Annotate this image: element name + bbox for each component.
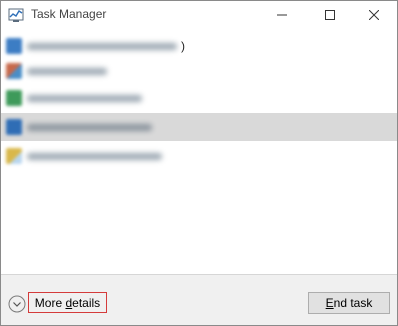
- process-row[interactable]: [1, 57, 397, 85]
- process-row[interactable]: [1, 142, 397, 170]
- more-details-button[interactable]: More d etails: [28, 292, 107, 313]
- maximize-icon: [325, 10, 335, 20]
- end-task-button[interactable]: End task: [308, 292, 390, 314]
- minimize-icon: [277, 14, 287, 16]
- task-manager-icon: [8, 7, 24, 23]
- more-details-rest: etails: [72, 295, 101, 310]
- blurred-process-name: [27, 153, 162, 160]
- chevron-down-icon[interactable]: [8, 295, 26, 313]
- blurred-process-name: [27, 95, 142, 102]
- footer: More d etails End task: [1, 275, 397, 325]
- window-title: Task Manager: [31, 7, 107, 21]
- process-row-selected[interactable]: [1, 113, 397, 141]
- end-task-accesskey: E: [325, 296, 334, 310]
- task-manager-window: Task Manager ) More d etails E nd task: [0, 0, 398, 326]
- more-details-accesskey: d: [65, 295, 73, 310]
- process-list: ): [1, 29, 397, 273]
- blurred-process-name: [27, 124, 152, 131]
- app-icon: [6, 119, 22, 135]
- app-icon: [6, 63, 22, 79]
- process-row[interactable]: ): [1, 32, 397, 60]
- minimize-button[interactable]: [259, 1, 305, 29]
- blurred-process-name: [27, 43, 177, 50]
- end-task-rest: nd task: [333, 296, 373, 310]
- process-row[interactable]: [1, 84, 397, 112]
- process-name-suffix: ): [181, 39, 185, 53]
- app-icon: [6, 38, 22, 54]
- title-bar[interactable]: Task Manager: [1, 1, 397, 29]
- app-icon: [6, 90, 22, 106]
- maximize-button[interactable]: [307, 1, 353, 29]
- more-details-prefix: More: [34, 295, 66, 310]
- close-button[interactable]: [351, 1, 397, 29]
- blurred-process-name: [27, 68, 107, 75]
- app-icon: [6, 148, 22, 164]
- close-icon: [369, 10, 379, 20]
